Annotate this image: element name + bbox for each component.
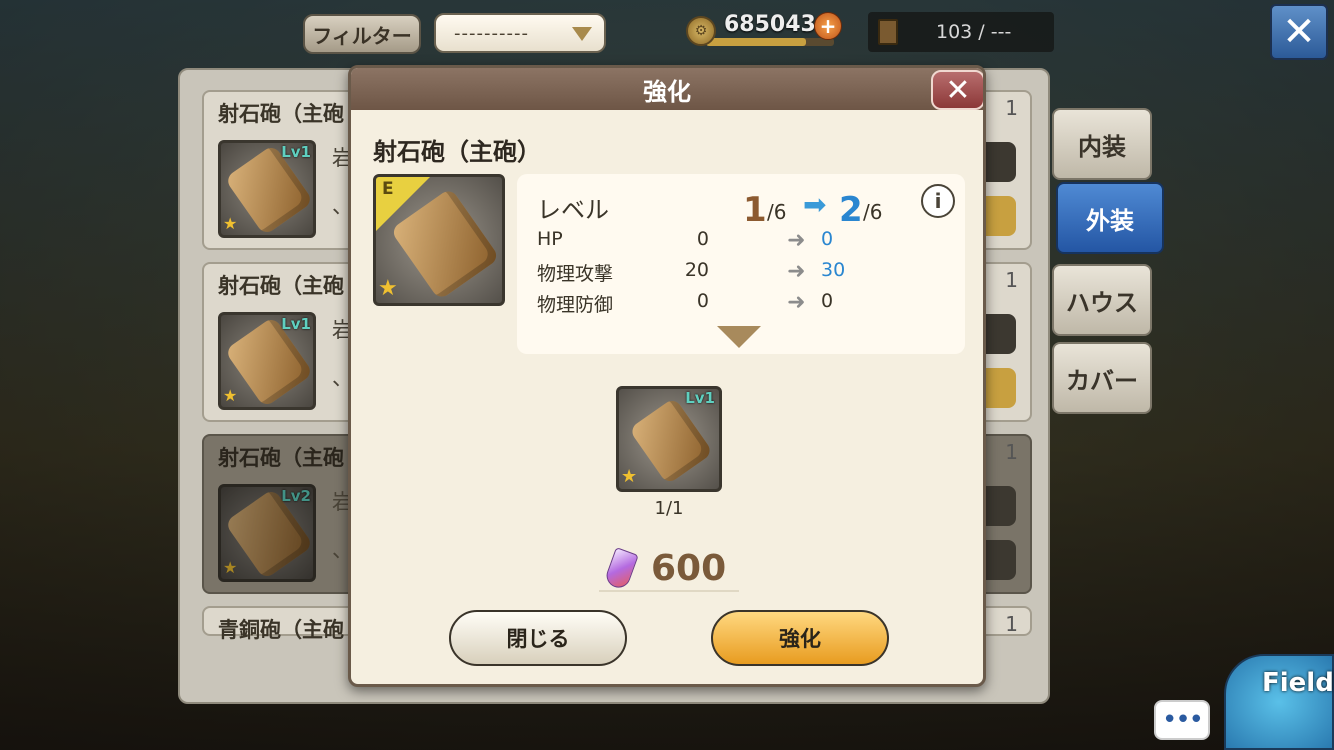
dialog-close-button[interactable]: ✕ bbox=[931, 70, 983, 110]
star-icon: ★ bbox=[378, 276, 398, 301]
list-item-count: 1 bbox=[1005, 268, 1018, 292]
material-count: 1/1 bbox=[654, 498, 684, 519]
item-thumbnail: Lv1 ★ bbox=[218, 312, 316, 410]
star-icon: ★ bbox=[223, 386, 238, 405]
enhance-dialog: 強化 ✕ 射石砲（主砲） E ★ レベル 1 /6 ➡ 2 /6 HP 0 ➜ … bbox=[348, 65, 986, 687]
door-icon bbox=[878, 19, 898, 45]
close-icon: ✕ bbox=[945, 72, 971, 108]
level-badge: Lv1 bbox=[685, 389, 715, 407]
equipped-badge-label: E bbox=[382, 179, 394, 199]
level-badge: Lv2 bbox=[281, 487, 311, 505]
filter-dropdown-value: ---------- bbox=[454, 22, 529, 44]
level-badge: Lv1 bbox=[281, 143, 311, 161]
crystal-icon bbox=[603, 547, 639, 591]
stat-row: HP 0 ➜ 0 bbox=[537, 228, 877, 256]
star-icon: ★ bbox=[621, 466, 638, 487]
level-row: レベル 1 /6 ➡ 2 /6 bbox=[537, 188, 882, 230]
level-label: レベル bbox=[537, 196, 609, 224]
coin-value: 685043 bbox=[724, 12, 816, 37]
material-icon[interactable]: Lv1 ★ bbox=[616, 386, 722, 492]
item-icon: E ★ bbox=[373, 174, 505, 306]
level-current-max: /6 bbox=[767, 200, 787, 224]
chevron-down-icon[interactable] bbox=[717, 326, 761, 348]
coin-icon: ⚙ bbox=[686, 16, 716, 46]
enhance-button[interactable]: 強化 bbox=[711, 610, 889, 666]
list-item-name: 青銅砲（主砲 bbox=[218, 618, 344, 642]
stat-next: 0 bbox=[821, 228, 834, 250]
stat-next: 30 bbox=[821, 259, 846, 281]
level-badge: Lv1 bbox=[281, 315, 311, 333]
filter-dropdown[interactable]: ---------- bbox=[434, 13, 606, 53]
star-icon: ★ bbox=[223, 214, 238, 233]
close-icon: ✕ bbox=[1282, 9, 1316, 55]
dialog-title: 強化 bbox=[351, 68, 983, 110]
item-thumbnail: Lv1 ★ bbox=[218, 140, 316, 238]
cost-value: 600 bbox=[651, 548, 727, 589]
list-item-count: 1 bbox=[1005, 612, 1018, 636]
item-name: 射石砲（主砲） bbox=[373, 138, 541, 166]
tab-interior[interactable]: 内装 bbox=[1052, 108, 1152, 180]
inventory-slots: 103 / --- bbox=[868, 12, 1054, 52]
stat-current: 0 bbox=[696, 290, 709, 312]
cannon-image bbox=[628, 397, 714, 485]
enhance-cost: 600 bbox=[599, 546, 739, 592]
star-icon: ★ bbox=[223, 558, 238, 577]
chevron-down-icon bbox=[572, 27, 592, 41]
inventory-slots-value: 103 / --- bbox=[936, 21, 1012, 43]
list-item-count: 1 bbox=[1005, 440, 1018, 464]
stats-panel[interactable]: レベル 1 /6 ➡ 2 /6 HP 0 ➜ 0 物理攻撃 20 ➜ 30 物理… bbox=[517, 174, 965, 354]
chat-button[interactable]: ••• bbox=[1154, 700, 1210, 740]
level-next-max: /6 bbox=[863, 200, 883, 224]
close-button[interactable]: 閉じる bbox=[449, 610, 627, 666]
field-label: Field bbox=[1262, 668, 1334, 698]
tab-cover[interactable]: カバー bbox=[1052, 342, 1152, 414]
stat-label: HP bbox=[537, 228, 563, 250]
list-item-name: 射石砲（主砲 bbox=[218, 274, 344, 298]
info-icon[interactable]: i bbox=[921, 184, 955, 218]
tab-house[interactable]: ハウス bbox=[1052, 264, 1152, 336]
stat-current: 20 bbox=[684, 259, 709, 281]
stat-current: 0 bbox=[696, 228, 709, 250]
field-button[interactable]: Field bbox=[1224, 654, 1334, 750]
level-current: 1 bbox=[743, 190, 767, 230]
stat-row: 物理防御 0 ➜ 0 bbox=[537, 290, 877, 318]
stat-label: 物理攻撃 bbox=[537, 263, 614, 285]
arrow-right-icon: ➜ bbox=[787, 290, 806, 315]
stat-row: 物理攻撃 20 ➜ 30 bbox=[537, 259, 877, 287]
tab-exterior[interactable]: 外装 bbox=[1056, 182, 1164, 254]
stat-next: 0 bbox=[821, 290, 834, 312]
list-item-name: 射石砲（主砲 bbox=[218, 102, 344, 126]
list-item-name: 射石砲（主砲 bbox=[218, 446, 344, 470]
item-thumbnail: Lv2 ★ bbox=[218, 484, 316, 582]
level-next: 2 bbox=[839, 190, 863, 230]
arrow-right-icon: ➡ bbox=[803, 188, 827, 221]
chat-icon: ••• bbox=[1161, 705, 1204, 735]
coin-counter: ⚙ 685043 + bbox=[686, 10, 846, 50]
add-coins-button[interactable]: + bbox=[814, 12, 842, 40]
list-item-count: 1 bbox=[1005, 96, 1018, 120]
coin-bar bbox=[706, 38, 834, 46]
arrow-right-icon: ➜ bbox=[787, 259, 806, 284]
close-screen-button[interactable]: ✕ bbox=[1270, 4, 1328, 60]
filter-button[interactable]: フィルター bbox=[303, 14, 421, 54]
arrow-right-icon: ➜ bbox=[787, 228, 806, 253]
stat-label: 物理防御 bbox=[537, 294, 614, 316]
